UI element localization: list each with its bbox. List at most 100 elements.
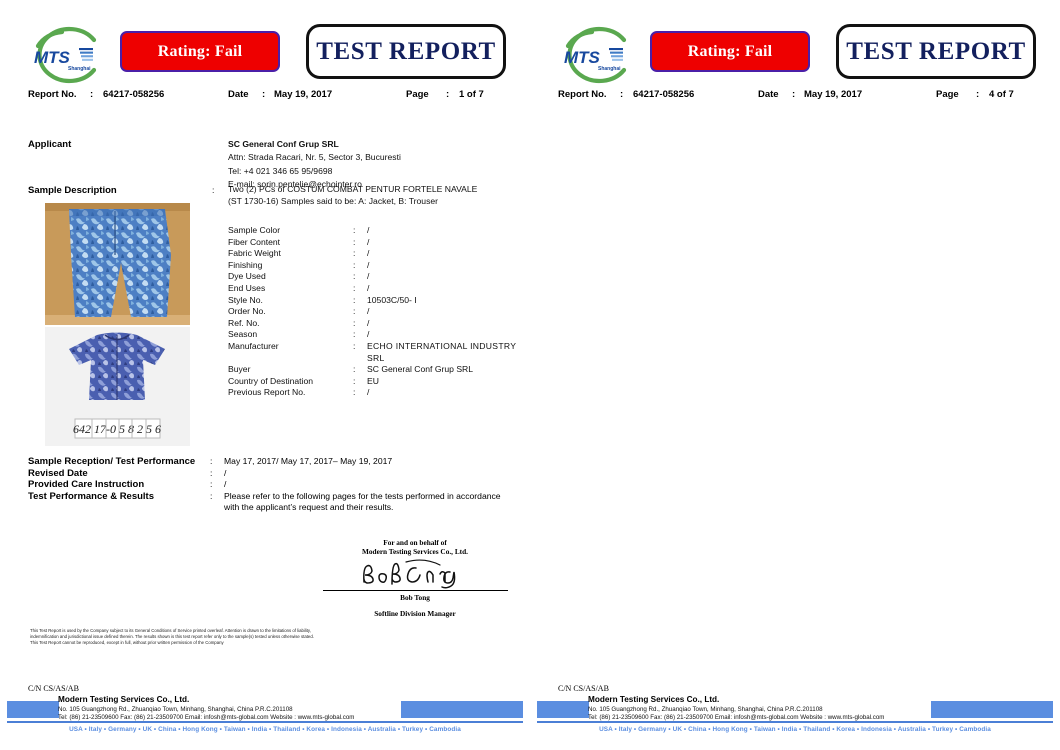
report-no-colon: : — [90, 89, 94, 100]
page-label: Page — [406, 89, 429, 100]
legal-disclaimer: This Test Report is used by the Company … — [30, 628, 314, 646]
spec-colon: : — [353, 317, 356, 328]
footer-blue-block-left — [7, 701, 59, 718]
spec-key: Ref. No. — [228, 317, 260, 328]
reception-block: Sample Reception/ Test Performance : May… — [28, 456, 518, 514]
sample-description-colon: : — [212, 185, 215, 195]
spec-value: / — [367, 282, 370, 293]
page-label: Page — [936, 89, 959, 100]
footer-company-name: Modern Testing Services Co., Ltd. — [588, 695, 720, 704]
footer-divider — [7, 721, 523, 723]
spec-row: Previous Report No.: / — [228, 387, 523, 399]
page-1: MTS Shanghai Rating: Fail TEST REPORT Re… — [0, 0, 530, 750]
spec-key: Finishing — [228, 259, 263, 270]
reception-key: Sample Reception/ Test Performance — [28, 456, 196, 467]
reception-key: Test Performance & Results — [28, 490, 155, 502]
date-label: Date — [758, 89, 779, 100]
photo-number-cards: 642 17-0 5 8 2 5 6 — [73, 418, 161, 439]
spec-key: End Uses — [228, 282, 266, 293]
spec-colon: : — [353, 225, 356, 235]
spec-row: Ref. No.: / — [228, 318, 523, 330]
spec-key: Manufacturer — [228, 340, 279, 351]
spec-value: / — [367, 306, 370, 317]
page-4: MTS Shanghai Rating: Fail TEST REPORT Re… — [530, 0, 1060, 750]
spec-colon: : — [353, 294, 356, 305]
spec-colon: : — [353, 306, 356, 317]
report-pages: MTS Shanghai Rating: Fail TEST REPORT Re… — [0, 0, 1060, 750]
reception-colon: : — [210, 479, 213, 490]
spec-colon: : — [353, 271, 356, 282]
spec-value: / — [367, 225, 370, 235]
svg-text:MTS: MTS — [34, 48, 71, 67]
sample-description-line-2: (ST 1730-16) Samples said to be: A: Jack… — [228, 195, 439, 206]
sample-photos: 642 17-0 5 8 2 5 6 — [45, 203, 190, 446]
reception-colon: : — [210, 467, 213, 478]
signature-rule — [322, 590, 508, 591]
spec-key: Fiber Content — [228, 236, 281, 247]
spec-row: Country of Destination: EU — [228, 376, 523, 388]
page-number-value: 4 of 7 — [989, 89, 1014, 100]
report-no-value: 64217-058256 — [633, 89, 695, 100]
spec-colon: : — [353, 375, 356, 386]
spec-colon: : — [353, 236, 356, 247]
signature-behalf-line-1: For and on behalf of — [383, 538, 447, 547]
date-value: May 19, 2017 — [274, 89, 333, 100]
page-colon: : — [446, 89, 450, 100]
spec-value: / — [367, 387, 370, 398]
spec-key: Dye Used — [228, 271, 266, 282]
date-label: Date — [228, 89, 249, 100]
sample-description-line-1: Two (2) PCs of COSTUM COMBAT PENTUR FORT… — [228, 184, 478, 194]
report-no-colon: : — [620, 89, 624, 100]
spec-colon: : — [353, 259, 356, 270]
spec-value: ECHO INTERNATIONAL INDUSTRY SRL — [367, 340, 517, 363]
page-number-value: 1 of 7 — [459, 89, 484, 100]
spec-value: / — [367, 236, 370, 247]
spec-row: Manufacturer: ECHO INTERNATIONAL INDUSTRY… — [228, 341, 523, 364]
spec-colon: : — [353, 282, 356, 293]
spec-colon: : — [353, 340, 356, 351]
spec-value: SC General Conf Grup SRL — [367, 364, 474, 375]
spec-row: Style No.:10503C/50- Ⅰ — [228, 295, 523, 307]
footer-company-name: Modern Testing Services Co., Ltd. — [58, 695, 190, 704]
applicant-label: Applicant — [28, 139, 72, 150]
applicant-address: Attn: Strada Racari, Nr. 5, Sector 3, Bu… — [228, 152, 401, 163]
mts-logo-icon: MTS Shanghai — [558, 26, 634, 84]
reception-row: Revised Date : / — [28, 468, 518, 480]
reception-key: Revised Date — [28, 467, 88, 479]
spec-key: Fabric Weight — [228, 248, 281, 259]
footer-address: No. 105 Guangzhong Rd., Zhuanqiao Town, … — [58, 706, 293, 713]
svg-text:Shanghai: Shanghai — [68, 66, 91, 72]
page-1-header: MTS Shanghai Rating: Fail TEST REPORT — [0, 0, 530, 86]
reception-value: / — [224, 467, 227, 478]
sample-photo-trouser — [45, 203, 190, 325]
spec-row: Order No.: / — [228, 306, 523, 318]
spec-colon: : — [353, 364, 356, 375]
signature-image — [300, 558, 530, 590]
spec-key: Sample Color — [228, 225, 281, 235]
footer-divider — [537, 721, 1053, 723]
spec-key: Previous Report No. — [228, 387, 306, 398]
spec-row: Buyer: SC General Conf Grup SRL — [228, 364, 523, 376]
spec-row: End Uses: / — [228, 283, 523, 295]
date-value: May 19, 2017 — [804, 89, 863, 100]
page-4-header: MTS Shanghai Rating: Fail TEST REPORT — [530, 0, 1060, 86]
spec-row: Sample Color: / — [228, 225, 523, 237]
spec-key: Order No. — [228, 306, 266, 317]
spec-value: / — [367, 329, 370, 340]
spec-row: Finishing: / — [228, 260, 523, 272]
mts-logo-icon: MTS Shanghai — [28, 26, 104, 84]
spec-value: / — [367, 317, 370, 328]
page-colon: : — [976, 89, 980, 100]
reception-key: Provided Care Instruction — [28, 479, 145, 491]
footer-blue-block-left — [537, 701, 589, 718]
footer-countries: USA • Italy • Germany • UK • China • Hon… — [599, 726, 991, 733]
reception-colon: : — [210, 456, 213, 466]
spec-row: Season: / — [228, 329, 523, 341]
signature-behalf-line-2: Modern Testing Services Co., Ltd. — [361, 547, 468, 556]
applicant-name: SC General Conf Grup SRL — [228, 139, 339, 149]
sample-description-label: Sample Description — [28, 185, 117, 196]
report-no-label: Report No. — [558, 89, 607, 100]
spec-key: Country of Destination — [228, 375, 314, 386]
date-colon: : — [792, 89, 796, 100]
spec-key: Season — [228, 329, 258, 340]
